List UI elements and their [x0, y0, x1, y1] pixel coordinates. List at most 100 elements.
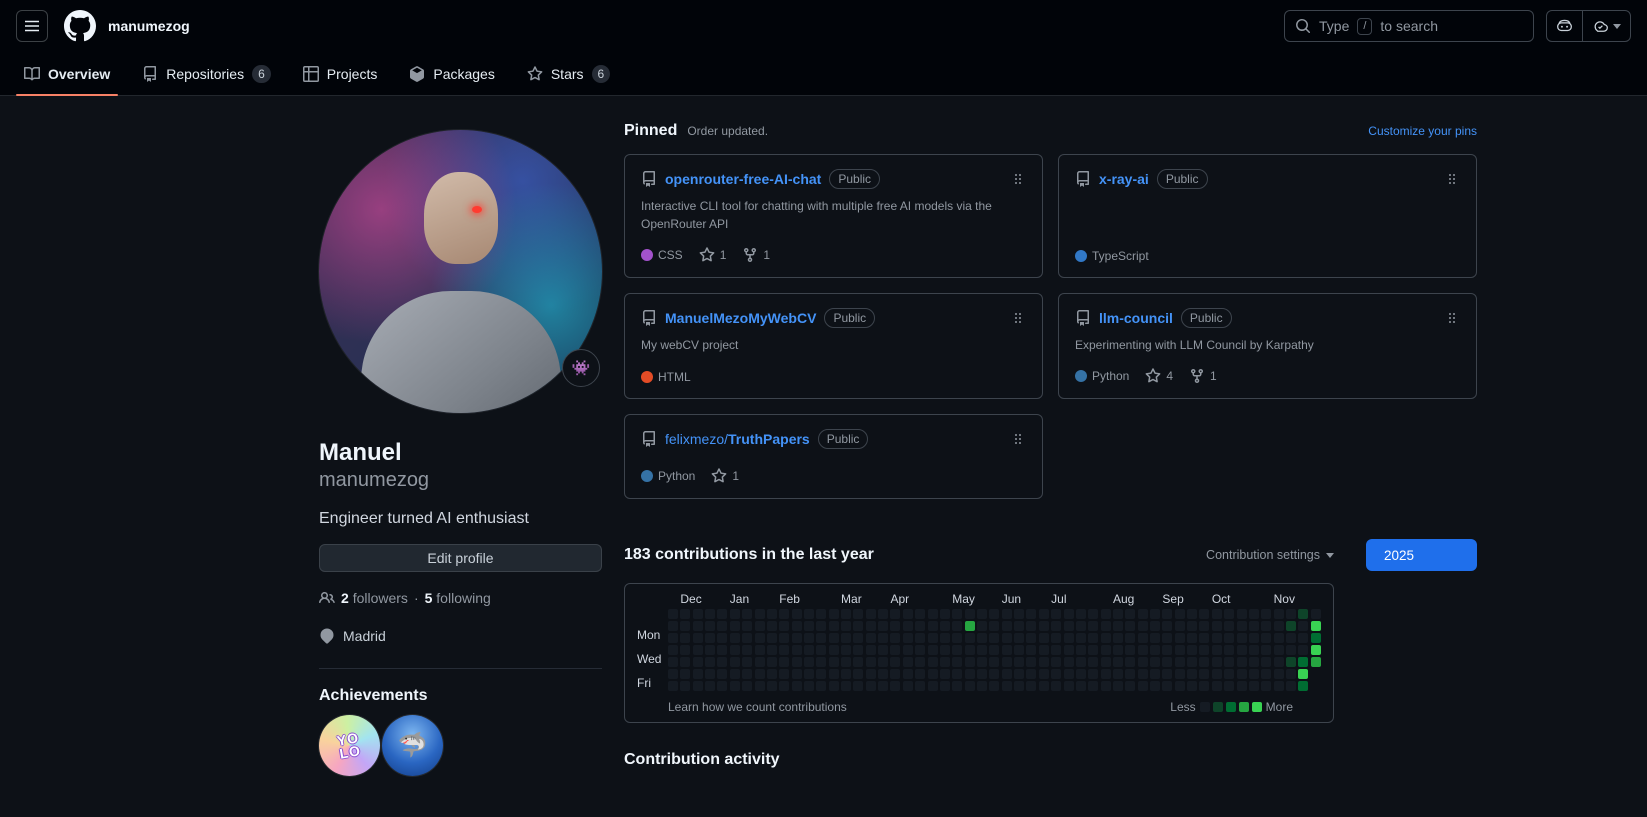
- contribution-cell[interactable]: [680, 681, 691, 691]
- contribution-cell[interactable]: [742, 609, 753, 619]
- contribution-cell[interactable]: [1026, 633, 1037, 643]
- contribution-cell[interactable]: [668, 609, 678, 619]
- contribution-cell[interactable]: [1261, 681, 1272, 691]
- contribution-cell[interactable]: [692, 633, 703, 643]
- contribution-cell[interactable]: [754, 645, 765, 655]
- contribution-cell[interactable]: [1075, 657, 1086, 667]
- contribution-cell[interactable]: [1088, 633, 1099, 643]
- edit-profile-button[interactable]: Edit profile: [319, 544, 602, 572]
- count-contributions-link[interactable]: Learn how we count contributions: [668, 700, 847, 714]
- contribution-cell[interactable]: [1273, 657, 1284, 667]
- contribution-cell[interactable]: [865, 669, 876, 679]
- contribution-cell[interactable]: [1063, 645, 1074, 655]
- contribution-cell[interactable]: [692, 657, 703, 667]
- contribution-cell[interactable]: [1051, 657, 1062, 667]
- contribution-cell[interactable]: [1236, 645, 1247, 655]
- contribution-cell[interactable]: [1100, 633, 1111, 643]
- repo-forks[interactable]: 1: [1189, 368, 1217, 384]
- contribution-cell[interactable]: [766, 609, 777, 619]
- contribution-cell[interactable]: [1224, 657, 1235, 667]
- contribution-cell[interactable]: [791, 621, 802, 631]
- achievement-badge-pull-shark[interactable]: 🦈: [382, 715, 443, 776]
- contribution-cell[interactable]: [890, 657, 901, 667]
- contribution-cell[interactable]: [977, 645, 987, 655]
- repo-stars[interactable]: 4: [1145, 368, 1173, 384]
- contribution-cell[interactable]: [927, 657, 938, 667]
- contribution-cell[interactable]: [1100, 609, 1111, 619]
- contribution-cell[interactable]: [1199, 633, 1210, 643]
- contribution-cell[interactable]: [902, 633, 913, 643]
- contribution-cell[interactable]: [1187, 633, 1198, 643]
- contribution-cell[interactable]: [1236, 669, 1247, 679]
- contribution-cell[interactable]: [1038, 609, 1049, 619]
- contribution-cell[interactable]: [989, 681, 1000, 691]
- contribution-cell[interactable]: [1150, 645, 1161, 655]
- contribution-cell[interactable]: [1026, 669, 1037, 679]
- contribution-cell[interactable]: [816, 609, 827, 619]
- contribution-cell[interactable]: [828, 681, 839, 691]
- contribution-cell[interactable]: [1137, 657, 1148, 667]
- repo-link[interactable]: x-ray-ai: [1099, 171, 1149, 187]
- contribution-cell[interactable]: [1088, 645, 1099, 655]
- contribution-cell[interactable]: [668, 621, 678, 631]
- contribution-cell[interactable]: [1224, 633, 1235, 643]
- contribution-cell[interactable]: [1187, 669, 1198, 679]
- contribution-cell[interactable]: [754, 621, 765, 631]
- contribution-cell[interactable]: [1088, 657, 1099, 667]
- contribution-cell[interactable]: [1112, 645, 1123, 655]
- contribution-cell[interactable]: [989, 609, 1000, 619]
- contribution-cell[interactable]: [890, 681, 901, 691]
- contribution-cell[interactable]: [1001, 645, 1012, 655]
- contribution-cell[interactable]: [803, 633, 814, 643]
- contribution-cell[interactable]: [1298, 645, 1309, 655]
- contribution-cell[interactable]: [1038, 645, 1049, 655]
- contribution-cell[interactable]: [1236, 621, 1247, 631]
- contribution-cell[interactable]: [841, 609, 852, 619]
- contribution-cell[interactable]: [1174, 681, 1185, 691]
- contribution-cell[interactable]: [766, 669, 777, 679]
- contribution-cell[interactable]: [1310, 621, 1321, 631]
- contribution-cell[interactable]: [927, 681, 938, 691]
- contribution-cell[interactable]: [853, 633, 864, 643]
- contribution-cell[interactable]: [1063, 633, 1074, 643]
- contribution-cell[interactable]: [939, 609, 950, 619]
- contribution-cell[interactable]: [989, 657, 1000, 667]
- copilot-menu-button[interactable]: [1582, 11, 1630, 41]
- drag-grabber-icon[interactable]: [1010, 431, 1026, 447]
- contribution-cell[interactable]: [742, 657, 753, 667]
- contribution-cell[interactable]: [977, 657, 987, 667]
- contribution-cell[interactable]: [1075, 609, 1086, 619]
- contribution-cell[interactable]: [1199, 669, 1210, 679]
- contribution-cell[interactable]: [1014, 621, 1025, 631]
- contribution-cell[interactable]: [705, 645, 716, 655]
- drag-grabber-icon[interactable]: [1010, 310, 1026, 326]
- contribution-cell[interactable]: [1063, 609, 1074, 619]
- contribution-cell[interactable]: [1286, 681, 1296, 691]
- repo-link[interactable]: llm-council: [1099, 310, 1173, 326]
- contribution-cell[interactable]: [1224, 621, 1235, 631]
- contribution-cell[interactable]: [1310, 645, 1321, 655]
- contribution-cell[interactable]: [816, 621, 827, 631]
- contribution-cell[interactable]: [964, 681, 975, 691]
- contribution-cell[interactable]: [1088, 669, 1099, 679]
- contribution-cell[interactable]: [1162, 621, 1173, 631]
- contribution-cell[interactable]: [717, 681, 728, 691]
- hamburger-menu-button[interactable]: [16, 10, 48, 42]
- contribution-cell[interactable]: [1298, 669, 1309, 679]
- contribution-cell[interactable]: [952, 681, 963, 691]
- contribution-cell[interactable]: [1137, 681, 1148, 691]
- contribution-cell[interactable]: [952, 621, 963, 631]
- contribution-cell[interactable]: [1174, 645, 1185, 655]
- contribution-cell[interactable]: [915, 669, 926, 679]
- contribution-cell[interactable]: [977, 681, 987, 691]
- contribution-cell[interactable]: [1137, 633, 1148, 643]
- contribution-cell[interactable]: [841, 657, 852, 667]
- contribution-cell[interactable]: [1001, 669, 1012, 679]
- contribution-cell[interactable]: [828, 633, 839, 643]
- contribution-cell[interactable]: [717, 609, 728, 619]
- github-logo-icon[interactable]: [64, 10, 96, 42]
- contribution-cell[interactable]: [680, 657, 691, 667]
- contribution-cell[interactable]: [1187, 681, 1198, 691]
- contribution-cell[interactable]: [1174, 669, 1185, 679]
- contribution-cell[interactable]: [902, 657, 913, 667]
